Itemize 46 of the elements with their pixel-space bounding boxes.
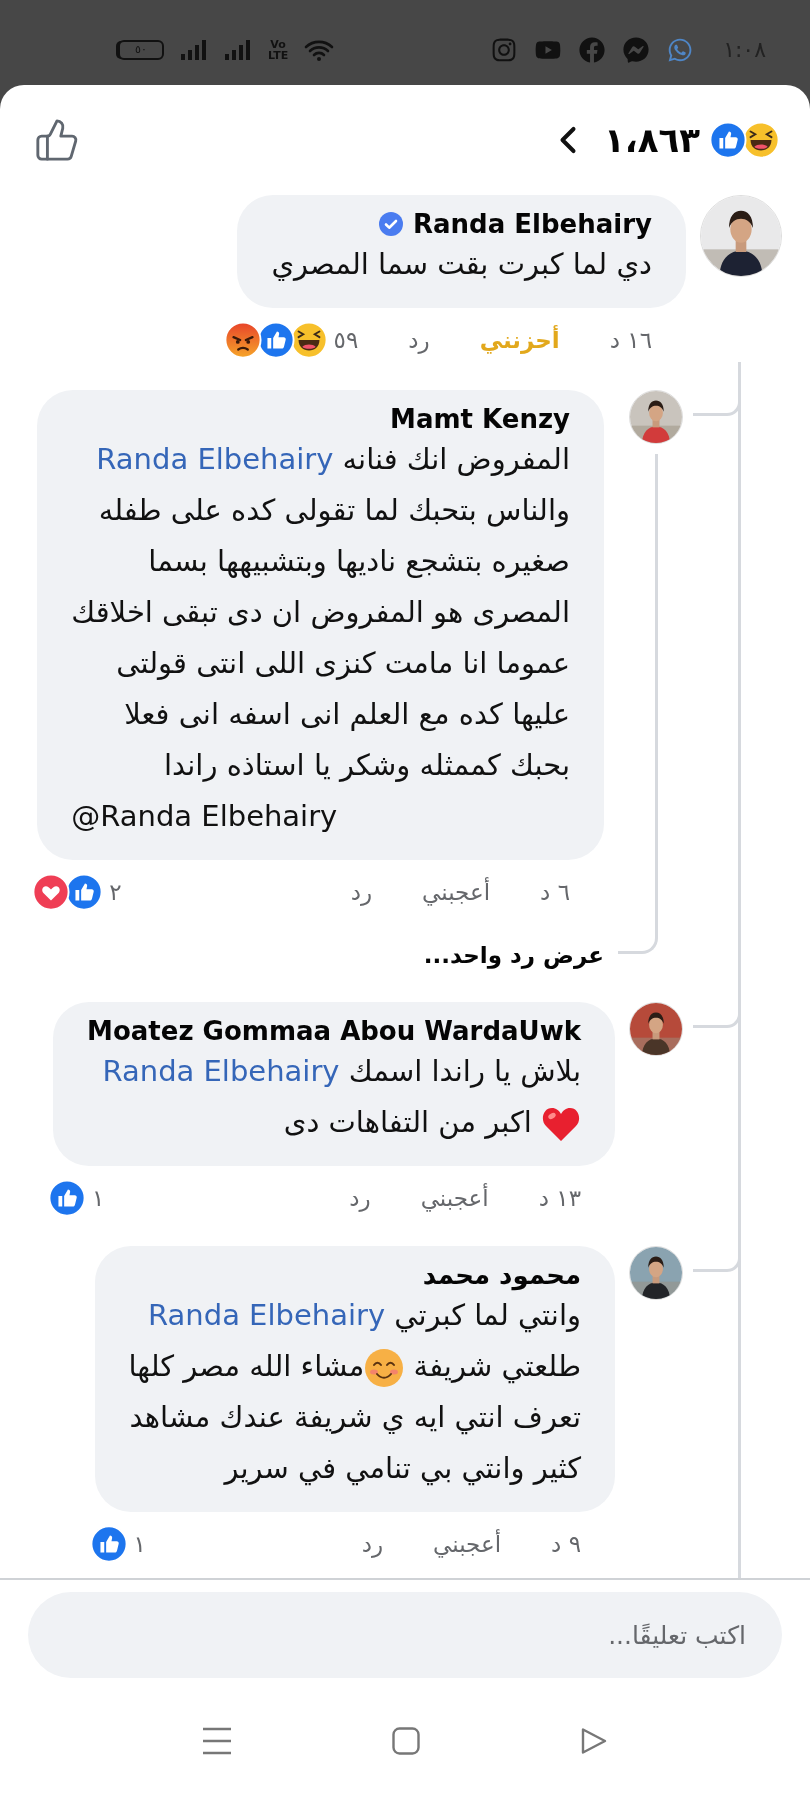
reply-link[interactable]: رد — [408, 327, 430, 353]
laughing-reaction-icon — [742, 121, 780, 159]
back-triangle-icon[interactable] — [580, 1727, 608, 1755]
menu-icon[interactable] — [202, 1727, 232, 1755]
like-reaction-icon — [89, 1525, 128, 1563]
messenger-icon — [623, 36, 650, 63]
heart-emoji-icon — [541, 1105, 581, 1143]
reply-link[interactable]: رد — [361, 1531, 384, 1557]
comment-time: ١٦ د — [609, 327, 652, 353]
mention-link[interactable]: Randa Elbehairy — [148, 1298, 386, 1332]
like-reaction-icon — [65, 873, 104, 911]
like-link[interactable]: أعجبني — [420, 1185, 489, 1211]
like-reaction-icon — [709, 121, 747, 159]
author-name[interactable]: Mamt Kenzy — [390, 404, 570, 434]
comment-time: ٦ د — [540, 879, 570, 905]
author-name[interactable]: Moatez Gommaa Abou WardaUwk — [87, 1016, 581, 1046]
reaction-count: ٥٩ — [333, 327, 359, 353]
comment-time: ١٣ د — [538, 1185, 581, 1211]
home-square-icon[interactable] — [392, 1727, 420, 1755]
reaction-count: ١ — [92, 1185, 105, 1211]
whatsapp-icon — [667, 36, 694, 63]
instagram-icon — [491, 36, 518, 63]
angry-reaction-icon — [223, 321, 262, 359]
comment-time: ٩ د — [551, 1531, 581, 1557]
comment-field[interactable]: اكتب تعليقًا... — [28, 1592, 782, 1678]
like-reaction-icon — [48, 1179, 87, 1217]
reaction-count: ١ — [133, 1531, 146, 1557]
view-replies-link[interactable]: عرض رد واحد... — [423, 942, 604, 968]
author-name[interactable]: محمود محمد — [422, 1260, 581, 1290]
mention-link[interactable]: Randa Elbehairy — [102, 1054, 340, 1088]
reply-link[interactable]: رد — [349, 1185, 371, 1211]
like-link[interactable]: أعجبني — [433, 1531, 502, 1557]
reaction-count: ٢ — [109, 879, 122, 905]
signal-icon — [180, 38, 208, 61]
reply-link[interactable]: رد — [350, 879, 373, 905]
smiling-face-icon — [364, 1348, 405, 1388]
signal-icon — [224, 38, 252, 61]
facebook-icon — [579, 36, 606, 63]
reaction-total[interactable]: ١،٨٦٣ — [604, 120, 700, 160]
like-link[interactable]: أعجبني — [422, 879, 491, 905]
author-name[interactable]: Randa Elbehairy — [413, 209, 652, 239]
mention-link[interactable]: Randa Elbehairy — [96, 442, 334, 476]
comment-text: دي لما كبرت بقت سما المصري — [271, 246, 652, 283]
love-reaction-icon — [32, 873, 71, 911]
thumbs-up-icon[interactable] — [34, 117, 80, 163]
wifi-icon — [304, 38, 335, 61]
